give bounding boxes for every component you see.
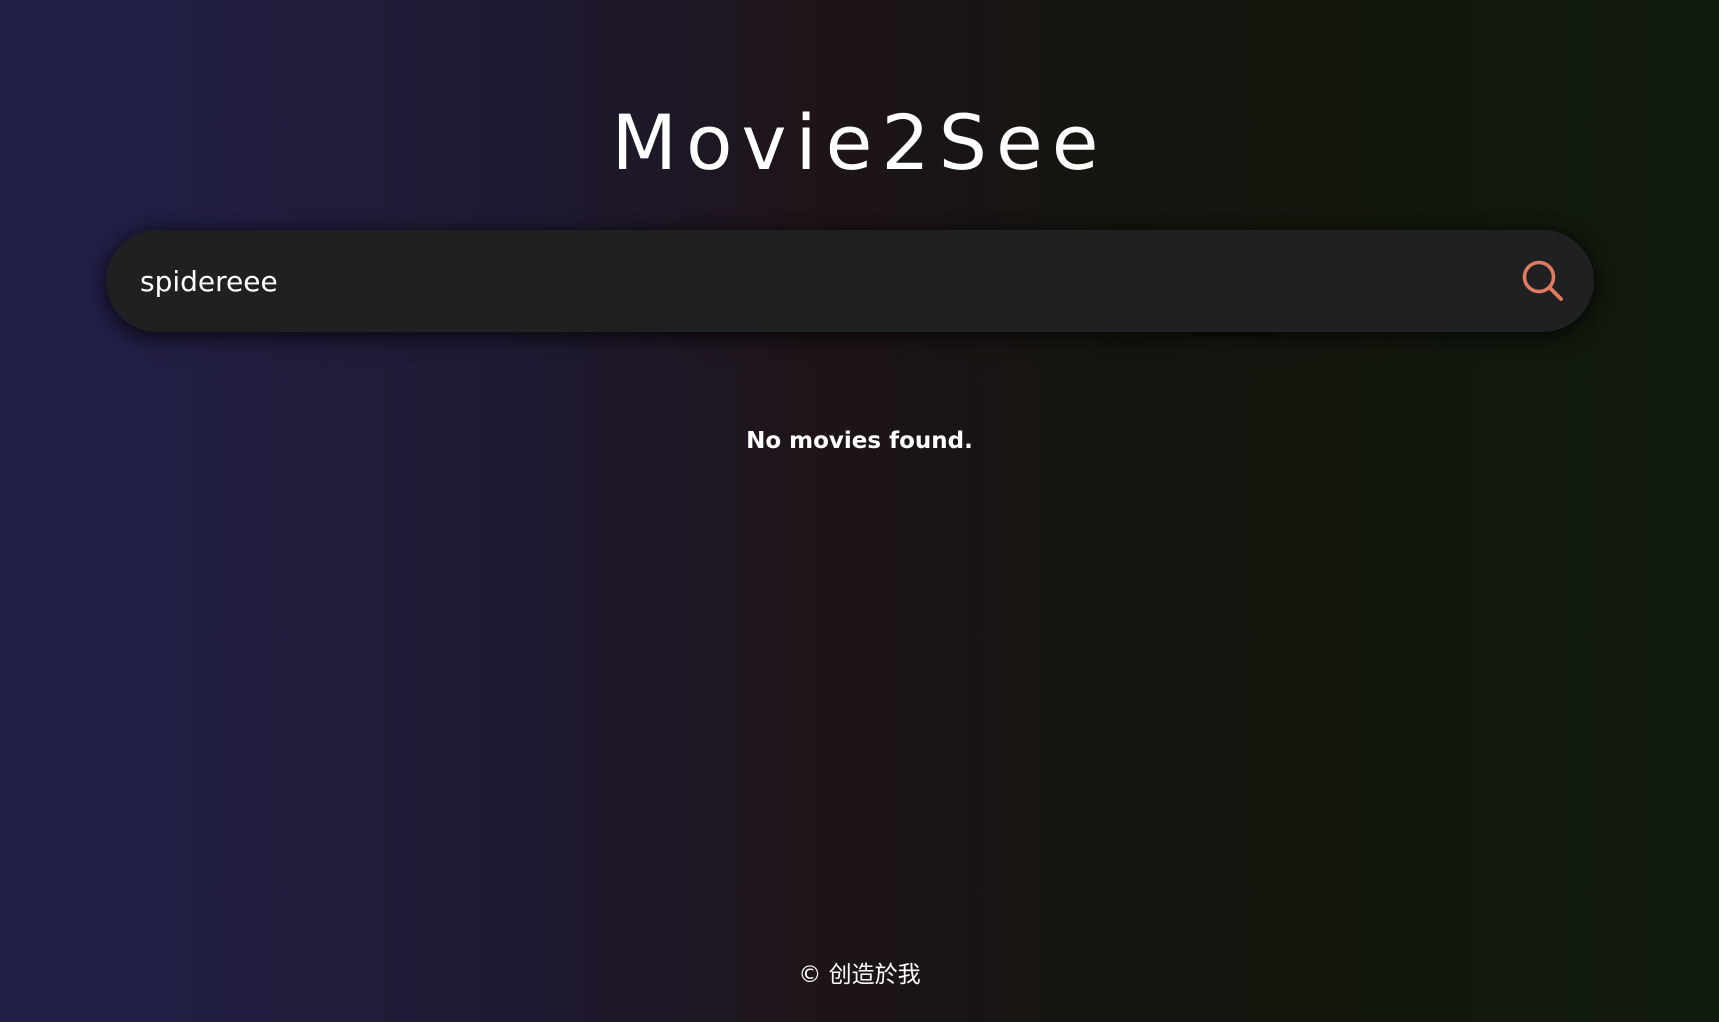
search-input[interactable] (140, 251, 1516, 311)
search-button[interactable] (1516, 254, 1570, 308)
search-icon (1522, 260, 1563, 301)
app-title: Movie2See (0, 104, 1719, 181)
no-results-message: No movies found. (746, 428, 973, 454)
footer-copyright: © 创造於我 (798, 962, 921, 988)
search-bar (106, 230, 1594, 332)
